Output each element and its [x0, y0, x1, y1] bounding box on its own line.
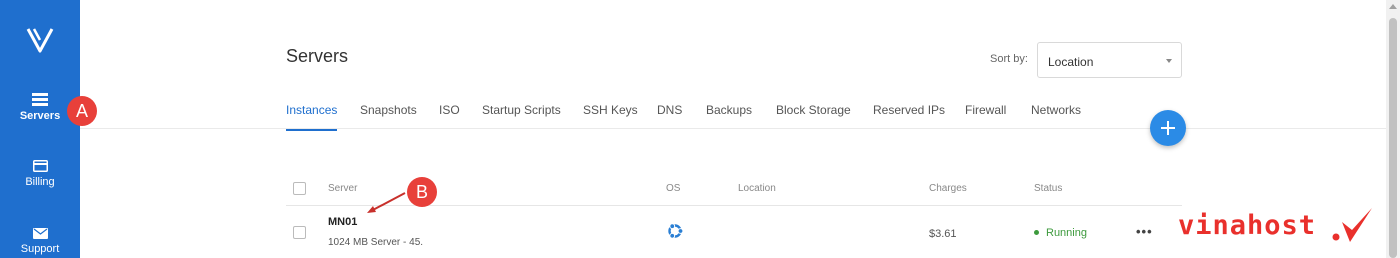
- ubuntu-icon: [668, 223, 684, 239]
- column-header-charges[interactable]: Charges: [929, 183, 967, 194]
- sidebar: Servers Billing Support: [0, 0, 80, 258]
- deploy-server-button[interactable]: [1150, 110, 1186, 146]
- tab-divider: [80, 128, 1386, 129]
- tab-snapshots[interactable]: Snapshots: [360, 103, 417, 129]
- sidebar-item-support[interactable]: Support: [0, 228, 80, 255]
- checkmark-logo-icon: [1332, 208, 1372, 242]
- annotation-arrow-icon: [367, 192, 406, 213]
- sidebar-item-billing[interactable]: Billing: [0, 160, 80, 188]
- column-header-os[interactable]: OS: [666, 183, 680, 194]
- server-charges: $3.61: [929, 228, 957, 240]
- status-text: Running: [1046, 227, 1087, 239]
- sort-select[interactable]: Location: [1037, 42, 1182, 78]
- page-scrollbar[interactable]: [1386, 0, 1400, 258]
- sidebar-item-label: Billing: [25, 176, 55, 188]
- vultr-logo-icon[interactable]: [25, 26, 55, 54]
- page-title: Servers: [286, 46, 349, 66]
- server-name-link[interactable]: MN01: [328, 216, 357, 228]
- chevron-down-icon: [1166, 59, 1172, 63]
- billing-icon: [32, 160, 48, 172]
- sort-label: Sort by:: [990, 53, 1028, 65]
- tab-block-storage[interactable]: Block Storage: [776, 103, 851, 129]
- more-options-icon[interactable]: •••: [1136, 224, 1153, 239]
- select-all-checkbox[interactable]: [293, 182, 306, 195]
- tab-reserved-ips[interactable]: Reserved IPs: [873, 103, 945, 129]
- vinahost-watermark: vinahost: [1178, 206, 1373, 244]
- scrollbar-thumb[interactable]: [1389, 18, 1397, 258]
- annotation-badge-a: A: [67, 96, 97, 126]
- status-badge: Running: [1034, 227, 1087, 239]
- tab-startup-scripts[interactable]: Startup Scripts: [482, 103, 561, 129]
- sort-select-value: Location: [1048, 55, 1094, 69]
- tab-ssh-keys[interactable]: SSH Keys: [583, 103, 638, 129]
- column-header-location[interactable]: Location: [738, 183, 776, 194]
- watermark-text: vinahost: [1178, 210, 1317, 241]
- tab-instances[interactable]: Instances: [286, 103, 338, 131]
- scroll-up-icon[interactable]: [1389, 4, 1397, 9]
- tab-backups[interactable]: Backups: [706, 103, 752, 129]
- annotation-badge-b: B: [407, 177, 437, 207]
- column-header-server[interactable]: Server: [328, 183, 357, 194]
- server-description: 1024 MB Server - 45.: [328, 237, 424, 248]
- tab-networks[interactable]: Networks: [1031, 103, 1081, 129]
- tab-firewall[interactable]: Firewall: [965, 103, 1006, 129]
- row-checkbox[interactable]: [293, 226, 306, 239]
- status-dot-icon: [1034, 229, 1039, 235]
- sidebar-item-label: Support: [20, 243, 60, 255]
- support-icon: [32, 228, 48, 239]
- column-header-status[interactable]: Status: [1034, 183, 1062, 194]
- servers-icon: [32, 93, 48, 106]
- tab-iso[interactable]: ISO: [439, 103, 460, 129]
- tab-dns[interactable]: DNS: [657, 103, 682, 129]
